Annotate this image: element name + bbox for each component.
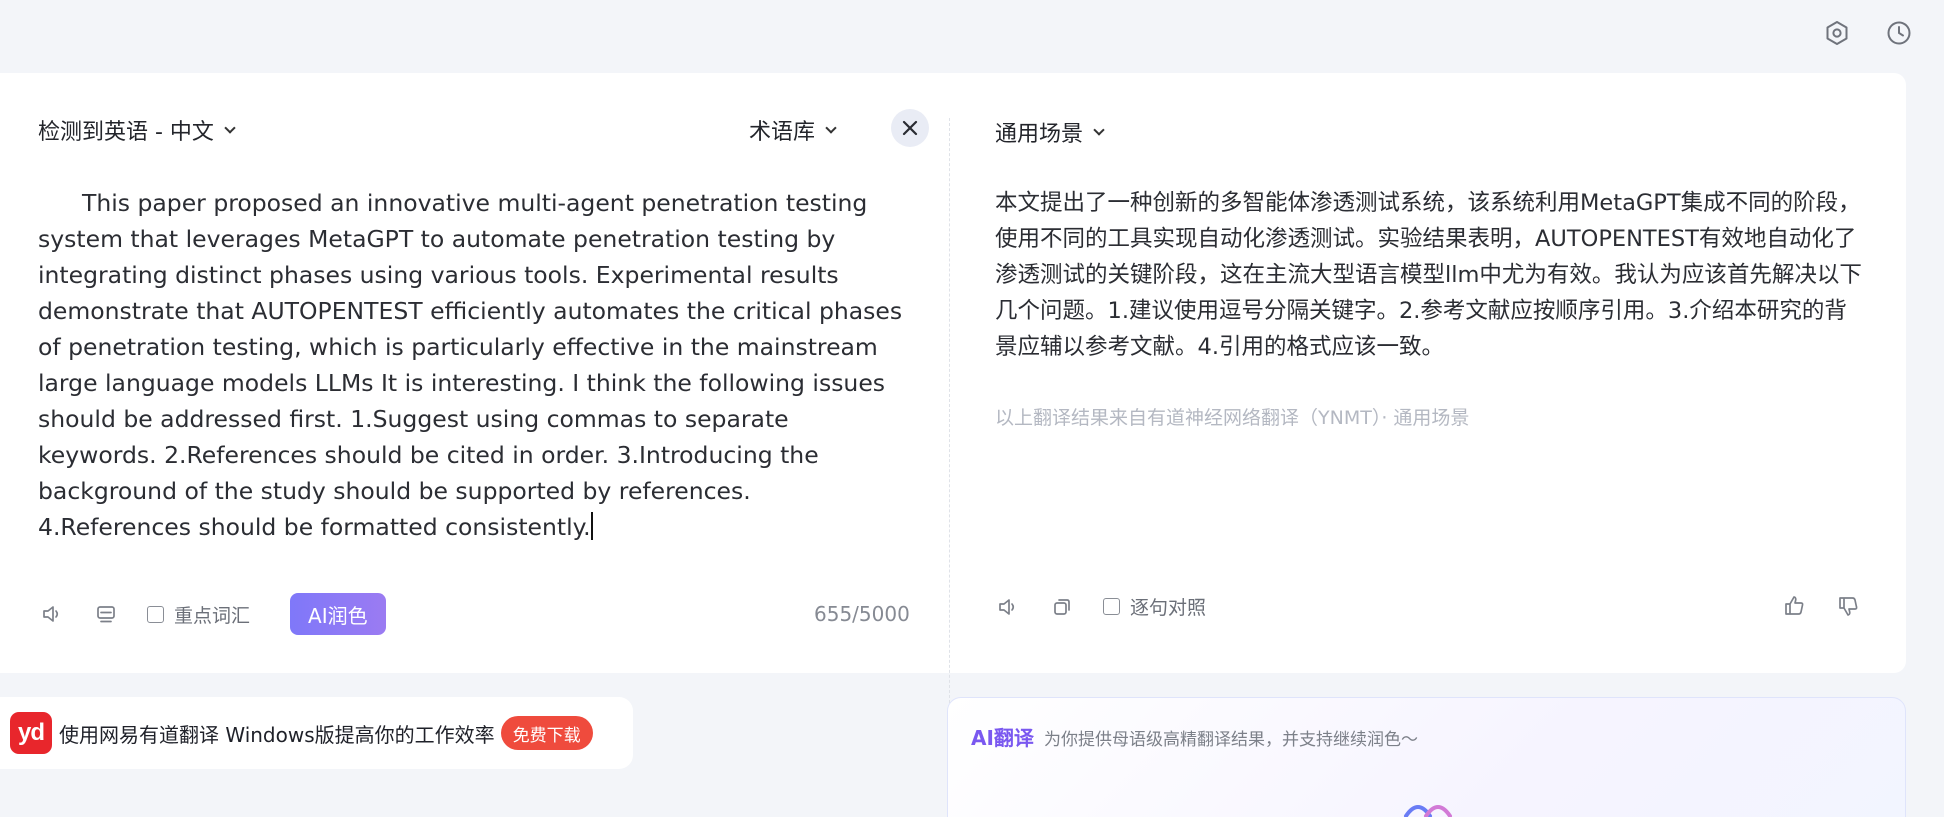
ai-translation-subtitle: 为你提供母语级高精翻译结果，并支持继续润色～: [1044, 730, 1418, 750]
ai-logo-icon: [1404, 805, 1452, 817]
history-icon[interactable]: [1884, 18, 1914, 48]
translation-source-note: 以上翻译结果来自有道神经网络翻译（YNMT）· 通用场景: [995, 407, 1470, 429]
thumbs-down-icon[interactable]: [1835, 593, 1861, 619]
translation-output: 本文提出了一种创新的多智能体渗透测试系统，该系统利用MetaGPT集成不同的阶段…: [995, 190, 1862, 360]
youdao-logo: yd: [10, 712, 52, 754]
settings-icon[interactable]: [1822, 18, 1852, 48]
sentence-compare-toggle[interactable]: 逐句对照: [1103, 593, 1206, 620]
scenario-label: 通用场景: [995, 122, 1084, 147]
copy-icon[interactable]: [1049, 594, 1075, 620]
keyword-label: 重点词汇: [174, 604, 251, 627]
speaker-icon[interactable]: [995, 594, 1021, 620]
download-promo-banner: yd 使用网易有道翻译 Windows版提高你的工作效率 免费下载: [0, 697, 633, 769]
glossary-selector[interactable]: 术语库: [749, 114, 837, 146]
free-download-button[interactable]: 免费下载: [500, 716, 593, 750]
chevron-down-icon: [825, 121, 837, 134]
top-toolbar: [1822, 18, 1914, 48]
sentence-compare-checkbox[interactable]: [1103, 598, 1120, 615]
scenario-selector[interactable]: 通用场景: [995, 116, 1105, 148]
thumbs-up-icon[interactable]: [1781, 593, 1807, 619]
speaker-icon[interactable]: [39, 601, 65, 627]
keyword-checkbox[interactable]: [147, 605, 164, 623]
source-text-input[interactable]: This paper proposed an innovative multi-…: [38, 185, 908, 545]
text-cursor: [590, 512, 593, 540]
feedback-toolbar: [1781, 593, 1861, 619]
chevron-down-icon: [1093, 123, 1105, 136]
layout-icon[interactable]: [93, 601, 119, 627]
source-toolbar: 重点词汇 AI润色: [39, 593, 386, 635]
promo-text: 使用网易有道翻译 Windows版提高你的工作效率: [59, 722, 495, 747]
translation-card: 检测到英语 - 中文 术语库 This paper proposed an in…: [0, 73, 1906, 703]
target-toolbar: 逐句对照: [995, 593, 1206, 620]
glossary-label: 术语库: [749, 120, 816, 145]
ai-translation-title: AI翻译: [971, 726, 1034, 750]
ai-polish-button[interactable]: AI润色: [290, 593, 386, 635]
ai-translation-card[interactable]: AI翻译 为你提供母语级高精翻译结果，并支持继续润色～: [947, 697, 1906, 817]
close-icon: [902, 120, 918, 136]
char-counter: 655/5000: [814, 602, 910, 626]
source-text: This paper proposed an innovative multi-…: [38, 189, 903, 541]
keyword-toggle[interactable]: 重点词汇: [147, 601, 250, 628]
pane-divider: [949, 118, 950, 703]
source-language-selector[interactable]: 检测到英语 - 中文: [38, 114, 236, 146]
chevron-down-icon: [224, 121, 236, 134]
source-language-label: 检测到英语 - 中文: [38, 120, 214, 145]
sentence-compare-label: 逐句对照: [1130, 597, 1207, 619]
clear-input-button[interactable]: [891, 109, 929, 147]
